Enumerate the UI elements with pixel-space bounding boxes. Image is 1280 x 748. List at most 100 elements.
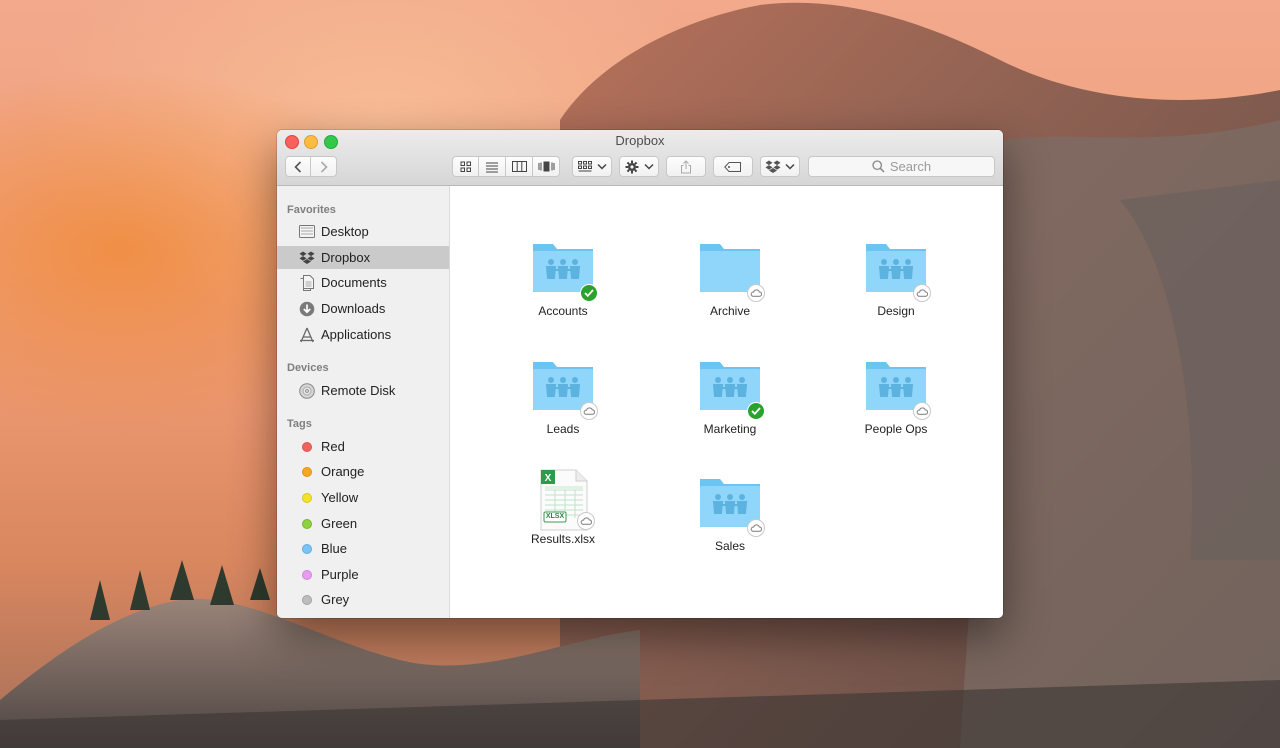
file-item-design[interactable]: Design [841, 240, 951, 318]
favorites-heading: Favorites [287, 204, 336, 216]
spreadsheet-file-icon: X XLSX [529, 468, 597, 532]
list-view-icon [486, 162, 498, 172]
sidebar-tag-blue[interactable]: Blue [277, 537, 449, 560]
sidebar-item-dropbox[interactable]: Dropbox [277, 246, 449, 269]
file-item-marketing[interactable]: Marketing [675, 358, 785, 436]
shared-folder-icon [696, 358, 765, 420]
sidebar-item-label: Blue [321, 541, 348, 556]
tag-color-dot [302, 492, 312, 503]
documents-icon [299, 274, 315, 291]
sidebar-tag-purple[interactable]: Purple [277, 563, 449, 586]
synced-check-icon [747, 402, 765, 420]
file-name: Results.xlsx [530, 532, 595, 546]
cover-flow-view-button[interactable] [533, 156, 560, 177]
file-name: Archive [709, 304, 750, 318]
sidebar-item-remote-disk[interactable]: Remote Disk [277, 379, 449, 402]
sidebar-item-documents[interactable]: Documents [277, 271, 449, 294]
disc-icon [299, 382, 315, 399]
file-item-people-ops[interactable]: People Ops [841, 358, 951, 436]
tag-color-dot [302, 543, 312, 554]
cover-flow-icon [538, 161, 554, 172]
shared-folder-icon [529, 358, 598, 420]
gear-icon [625, 160, 638, 173]
tag-color-dot [302, 518, 312, 529]
sidebar-tag-grey[interactable]: Grey [277, 588, 449, 611]
shared-folder-icon [862, 358, 931, 420]
sidebar-item-label: Purple [321, 567, 359, 582]
file-item-leads[interactable]: Leads [508, 358, 618, 436]
search-placeholder: Search [889, 159, 932, 174]
action-button[interactable] [619, 156, 659, 177]
chevron-down-icon [596, 163, 607, 170]
dropbox-icon [299, 250, 315, 266]
file-name: Accounts [538, 304, 588, 318]
tag-color-dot [302, 594, 312, 605]
file-type-badge: XLSX [545, 513, 565, 520]
sidebar-item-label: Applications [321, 327, 392, 342]
file-browser-content: Accounts Archive Design Leads Marketing … [450, 186, 1003, 618]
file-item-sales[interactable]: Sales [675, 475, 785, 553]
back-button[interactable] [285, 156, 311, 177]
forward-button[interactable] [311, 156, 337, 177]
sidebar-item-label: Yellow [321, 490, 359, 505]
file-item-results-xlsx[interactable]: X XLSX Results.xlsx [508, 468, 618, 546]
sidebar-tag-yellow[interactable]: Yellow [277, 486, 449, 509]
dropbox-icon [765, 160, 781, 173]
sidebar-item-label: Dropbox [321, 250, 371, 265]
file-name: Design [877, 304, 915, 318]
sidebar-tag-orange[interactable]: Orange [277, 460, 449, 483]
history-navigation [285, 156, 337, 177]
shared-folder-icon [696, 475, 765, 537]
shared-folder-icon [529, 240, 598, 302]
tags-heading: Tags [287, 418, 312, 430]
tag-color-dot [302, 569, 312, 580]
chevron-left-icon [294, 160, 302, 173]
cloud-icon [913, 402, 931, 420]
column-view-button[interactable] [506, 156, 533, 177]
desktop-icon [299, 224, 315, 240]
sidebar-item-label: Desktop [321, 224, 369, 239]
column-view-icon [511, 161, 527, 172]
cloud-icon [747, 284, 765, 302]
file-name: Leads [546, 422, 580, 436]
file-name: People Ops [864, 422, 928, 436]
svg-text:X: X [545, 473, 552, 484]
file-item-archive[interactable]: Archive [675, 240, 785, 318]
share-icon [681, 159, 691, 173]
icon-view-button[interactable] [452, 156, 479, 177]
sidebar: Favorites Desktop Dropbox Documents Down… [277, 186, 450, 618]
tag-icon [724, 161, 741, 172]
tag-color-dot [302, 466, 312, 477]
search-icon [872, 160, 885, 173]
view-mode-selector [452, 156, 560, 177]
arrange-grid-icon [577, 161, 592, 172]
window-title: Dropbox [615, 133, 665, 148]
chevron-right-icon [320, 160, 328, 173]
sidebar-tag-green[interactable]: Green [277, 512, 449, 535]
icon-view-icon [460, 161, 471, 172]
finder-window: Dropbox Search Favorites Desktop Dropbox… [277, 130, 1003, 618]
search-field[interactable]: Search [808, 156, 995, 177]
arrange-button[interactable] [572, 156, 612, 177]
sidebar-tag-red[interactable]: Red [277, 435, 449, 458]
chevron-down-icon [785, 163, 795, 170]
title-bar: Dropbox Search [277, 130, 1003, 186]
sidebar-item-downloads[interactable]: Downloads [277, 297, 449, 320]
cloud-icon [580, 402, 598, 420]
share-button[interactable] [666, 156, 706, 177]
list-view-button[interactable] [479, 156, 506, 177]
sidebar-item-label: Remote Disk [321, 383, 396, 398]
sidebar-item-applications[interactable]: Applications [277, 323, 449, 346]
sidebar-item-desktop[interactable]: Desktop [277, 220, 449, 243]
sidebar-item-label: Red [321, 439, 345, 454]
applications-icon [299, 327, 315, 343]
cloud-icon [747, 519, 765, 537]
dropbox-menu-button[interactable] [760, 156, 800, 177]
edit-tags-button[interactable] [713, 156, 753, 177]
file-item-accounts[interactable]: Accounts [508, 240, 618, 318]
sidebar-item-label: Orange [321, 464, 365, 479]
chevron-down-icon [643, 163, 654, 170]
shared-folder-icon [862, 240, 931, 302]
cloud-icon [577, 512, 595, 530]
sidebar-item-label: Green [321, 516, 358, 531]
